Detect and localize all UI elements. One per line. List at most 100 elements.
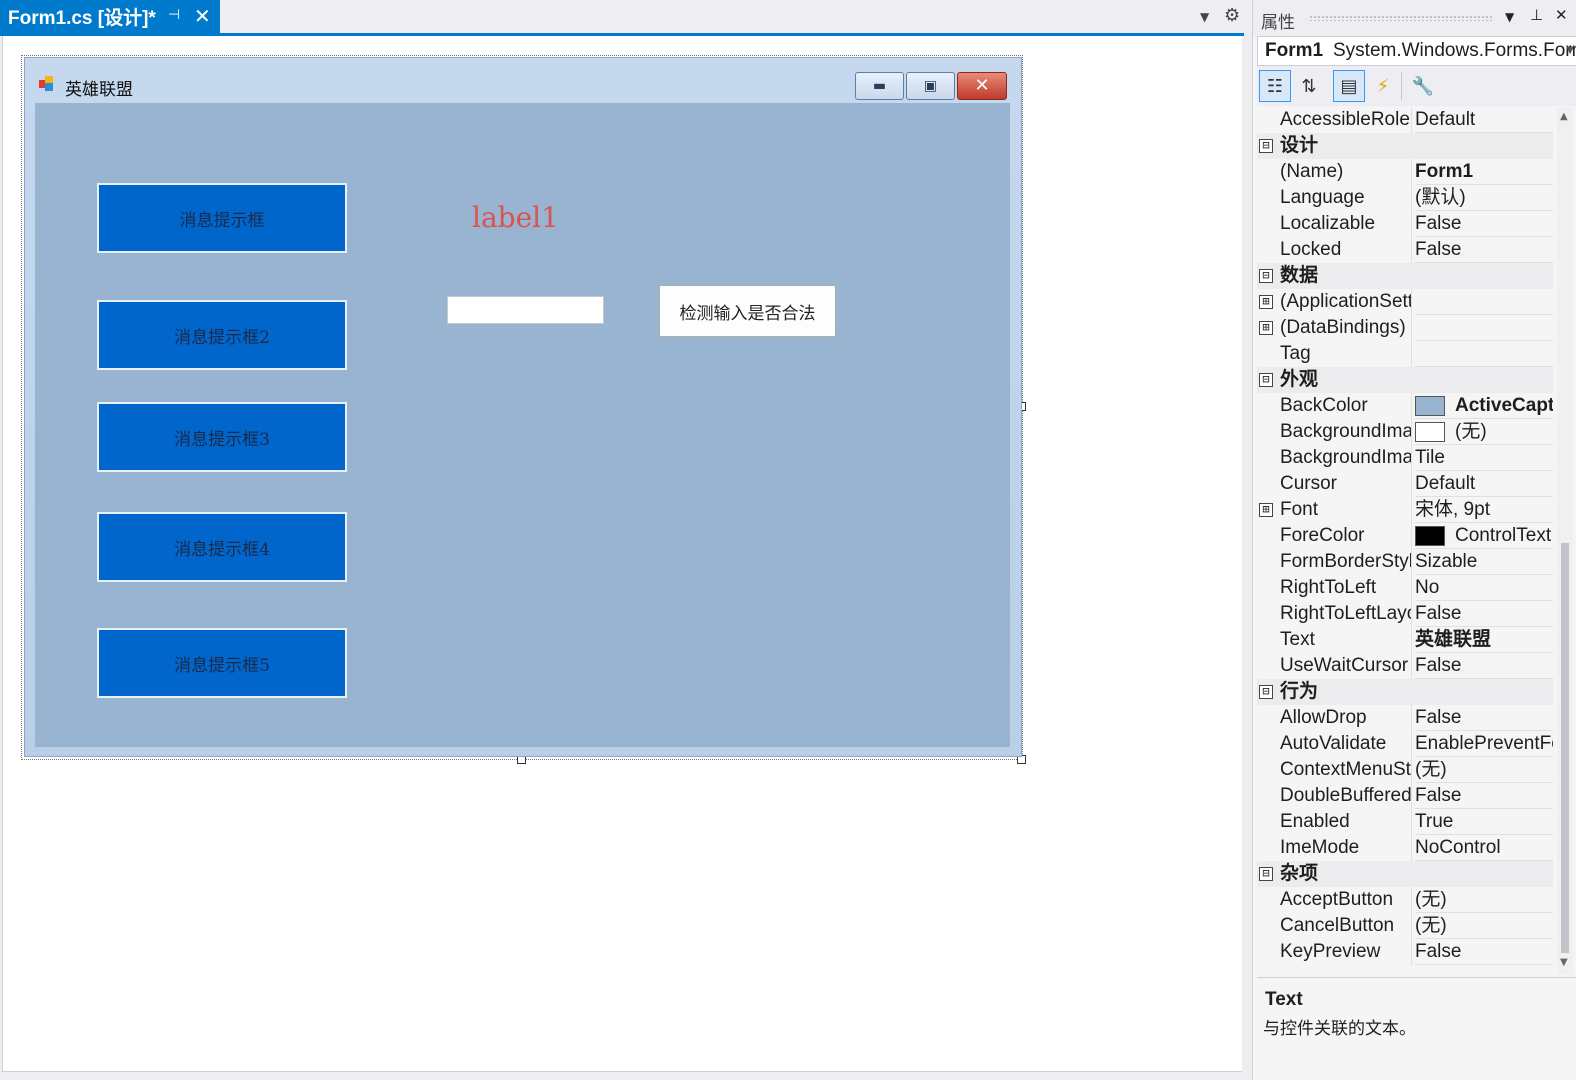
expand-icon[interactable]: ⊞ [1259,295,1273,309]
events-lightning-icon[interactable]: ⚡ [1367,70,1399,102]
property-row[interactable]: AutoValidate EnablePreventFocusChange [1257,731,1553,757]
validate-input-button[interactable]: 检测输入是否合法 [659,285,836,337]
property-value[interactable] [1415,289,1553,315]
property-row[interactable]: AllowDrop False [1257,705,1553,731]
drag-grip[interactable] [1309,15,1493,21]
property-row[interactable]: ContextMenuStrip(无) [1257,757,1553,783]
collapse-icon[interactable]: ⊟ [1259,685,1273,699]
property-category[interactable]: ⊟ 行为 [1257,679,1553,705]
property-category[interactable]: ⊟ 外观 [1257,367,1553,393]
property-value[interactable]: (无) [1415,757,1553,783]
pin-icon[interactable]: ⊥ [1530,6,1543,24]
property-value[interactable]: Default [1415,107,1553,133]
message-box-button-4[interactable]: 消息提示框4 [97,512,347,582]
property-row[interactable]: ImeMode NoControl [1257,835,1553,861]
gear-icon[interactable]: ⚙ [1224,5,1240,26]
property-row[interactable]: Locked False [1257,237,1553,263]
property-value[interactable]: (无) [1415,419,1553,445]
property-value[interactable]: 宋体, 9pt [1415,497,1553,523]
property-row[interactable]: Enabled True [1257,809,1553,835]
property-value[interactable]: False [1415,211,1553,237]
message-box-button-3[interactable]: 消息提示框3 [97,402,347,472]
property-row[interactable]: BackgroundImage (无) [1257,419,1553,445]
scroll-up-icon[interactable]: ▲ [1560,111,1568,122]
property-value[interactable]: ControlText [1415,523,1553,549]
collapse-icon[interactable]: ⊟ [1259,139,1273,153]
property-row[interactable]: Cursor Default [1257,471,1553,497]
collapse-icon[interactable]: ⊟ [1259,867,1273,881]
input-textbox[interactable] [447,296,604,324]
property-row[interactable]: AccessibleRole Default [1257,107,1553,133]
expand-icon[interactable]: ⊞ [1259,503,1273,517]
property-row[interactable]: Language (默认) [1257,185,1553,211]
property-row[interactable]: UseWaitCursor False [1257,653,1553,679]
property-value[interactable]: (无) [1415,913,1553,939]
property-row[interactable]: RightToLeftLayoutFalse [1257,601,1553,627]
close-icon[interactable]: ✕ [1555,6,1568,24]
message-box-button-5[interactable]: 消息提示框5 [97,628,347,698]
message-box-button-2[interactable]: 消息提示框2 [97,300,347,370]
property-row[interactable]: RightToLeft No [1257,575,1553,601]
chevron-down-icon[interactable]: ▼ [1566,45,1574,56]
tab-list-dropdown-icon[interactable]: ▼ [1200,10,1209,24]
property-value[interactable]: False [1415,939,1553,965]
pin-icon[interactable]: ⊣ [168,7,180,23]
property-row[interactable]: Text 英雄联盟 [1257,627,1553,653]
property-value[interactable]: Sizable [1415,549,1553,575]
property-row[interactable]: DoubleBuffered False [1257,783,1553,809]
properties-icon[interactable]: ▤ [1333,70,1365,102]
property-value[interactable]: False [1415,783,1553,809]
property-value[interactable]: 英雄联盟 [1415,627,1553,653]
property-row[interactable]: ⊞ Font 宋体, 9pt [1257,497,1553,523]
property-value[interactable]: False [1415,705,1553,731]
property-row[interactable]: CancelButton (无) [1257,913,1553,939]
object-selector[interactable]: Form1 System.Windows.Forms.Form ▼ [1257,36,1576,66]
property-value[interactable]: NoControl [1415,835,1553,861]
tab-form1-design[interactable]: Form1.cs [设计]* ⊣ ✕ [0,0,220,33]
close-icon[interactable]: ✕ [194,4,211,28]
property-row[interactable]: Localizable False [1257,211,1553,237]
property-value[interactable]: EnablePreventFocusChange [1415,731,1553,757]
collapse-icon[interactable]: ⊟ [1259,373,1273,387]
property-row[interactable]: ⊞ (ApplicationSettings) [1257,289,1553,315]
property-value[interactable]: False [1415,601,1553,627]
scroll-thumb[interactable] [1561,543,1569,953]
property-value[interactable]: Form1 [1415,159,1553,185]
property-value[interactable]: ActiveCaption [1415,393,1553,419]
property-row[interactable]: ForeColor ControlText [1257,523,1553,549]
form-close-button[interactable]: ✕ [957,72,1007,100]
maximize-button[interactable]: ▣ [906,72,955,100]
property-value[interactable]: True [1415,809,1553,835]
scroll-down-icon[interactable]: ▼ [1560,957,1568,968]
alphabetical-icon[interactable]: ⇅ [1293,70,1325,102]
property-value[interactable]: (无) [1415,887,1553,913]
property-row[interactable]: AcceptButton (无) [1257,887,1553,913]
message-box-button-1[interactable]: 消息提示框 [97,183,347,253]
property-value[interactable]: False [1415,237,1553,263]
property-value[interactable]: No [1415,575,1553,601]
property-row[interactable]: BackColor ActiveCaption [1257,393,1553,419]
property-row[interactable]: Tag [1257,341,1553,367]
property-value[interactable]: (默认) [1415,185,1553,211]
panel-options-icon[interactable]: ▼ [1505,10,1514,24]
property-category[interactable]: ⊟ 数据 [1257,263,1553,289]
property-pages-wrench-icon[interactable]: 🔧 [1407,70,1439,102]
form1-window[interactable]: 英雄联盟 ▬ ▣ ✕ 消息提示框 消息提示框2 消息提示框3 消息提示框4 消息… [24,57,1022,757]
expand-icon[interactable]: ⊞ [1259,321,1273,335]
property-row[interactable]: BackgroundImageLayoutTile [1257,445,1553,471]
property-value[interactable]: False [1415,653,1553,679]
property-value[interactable] [1415,341,1553,367]
property-row[interactable]: ⊞ (DataBindings) [1257,315,1553,341]
property-row[interactable]: FormBorderStyle Sizable [1257,549,1553,575]
property-grid-scrollbar[interactable]: ▲ ▼ [1557,107,1573,975]
property-category[interactable]: ⊟ 杂项 [1257,861,1553,887]
categorized-icon[interactable]: ☷ [1259,70,1291,102]
property-value[interactable] [1415,315,1553,341]
minimize-button[interactable]: ▬ [855,72,904,100]
collapse-icon[interactable]: ⊟ [1259,269,1273,283]
property-value[interactable]: Tile [1415,445,1553,471]
property-row[interactable]: KeyPreview False [1257,939,1553,965]
property-value[interactable]: Default [1415,471,1553,497]
property-row[interactable]: (Name) Form1 [1257,159,1553,185]
property-category[interactable]: ⊟ 设计 [1257,133,1553,159]
